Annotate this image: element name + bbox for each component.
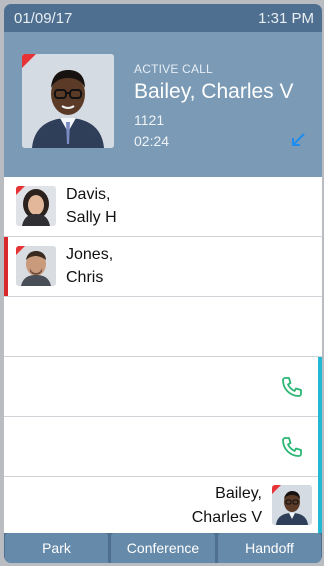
empty-row [4, 297, 322, 357]
contact-name-line-2: Charles V [191, 509, 262, 526]
contact-avatar [16, 186, 56, 226]
contact-name-line-1: Bailey, [215, 485, 262, 502]
contact-avatar [16, 246, 56, 286]
line-indicator [318, 417, 322, 477]
contact-name-line-2: Sally H [66, 209, 117, 226]
contact-row-jones[interactable]: Jones, Chris [4, 237, 322, 297]
active-call-label: ACTIVE CALL [134, 62, 213, 76]
contact-row-bailey[interactable]: Bailey, Charles V [4, 477, 322, 533]
active-caller-name: Bailey, Charles V [134, 80, 294, 103]
contact-name-line-1: Jones, [66, 246, 114, 263]
line-row-2[interactable] [4, 417, 322, 477]
line-indicator [318, 357, 322, 417]
phone-icon[interactable] [280, 435, 304, 459]
active-caller-photo [22, 54, 114, 148]
missed-call-indicator [4, 237, 8, 296]
incoming-arrow-icon [292, 133, 305, 146]
park-button[interactable]: Park [5, 533, 108, 563]
active-call-panel[interactable]: ACTIVE CALL Bailey, Charles V 1121 02:24 [4, 32, 322, 177]
phone-screen: 01/09/17 1:31 PM ACTIVE CALL Bailey, Cha… [4, 4, 322, 563]
status-bar: 01/09/17 1:31 PM [4, 4, 322, 32]
phone-icon[interactable] [280, 375, 304, 399]
contact-avatar [272, 485, 312, 525]
contact-name-line-1: Davis, [66, 186, 111, 203]
handoff-button[interactable]: Handoff [218, 533, 321, 563]
contact-row-davis[interactable]: Davis, Sally H [4, 177, 322, 237]
contact-name-line-2: Chris [66, 269, 104, 286]
status-time: 1:31 PM [258, 10, 314, 27]
conference-button[interactable]: Conference [111, 533, 215, 563]
line-row-1[interactable] [4, 357, 322, 417]
status-date: 01/09/17 [14, 10, 73, 27]
call-duration: 02:24 [134, 133, 170, 149]
line-indicator [318, 477, 322, 533]
active-caller-extension: 1121 [134, 112, 165, 128]
softkey-bar: Park Conference Handoff [4, 533, 322, 563]
